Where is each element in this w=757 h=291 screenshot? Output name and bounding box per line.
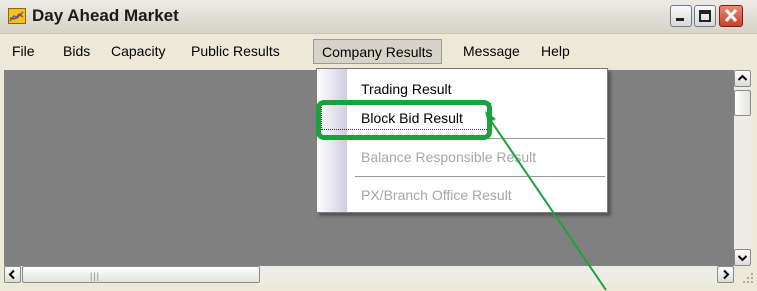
menu-gutter [317, 69, 347, 212]
menu-bids[interactable]: Bids [63, 43, 90, 59]
menu-message[interactable]: Message [463, 43, 520, 59]
scroll-down-button[interactable] [734, 249, 751, 266]
vertical-scrollbar[interactable] [734, 70, 752, 266]
scroll-right-button[interactable] [717, 266, 734, 283]
arrow-right-icon [723, 269, 730, 280]
minimize-button[interactable] [670, 5, 692, 27]
window-title: Day Ahead Market [32, 6, 179, 25]
company-results-dropdown: Trading Result Block Bid Result Balance … [316, 68, 608, 213]
horizontal-scroll-thumb[interactable]: ||| [22, 266, 260, 283]
vertical-scroll-thumb[interactable] [734, 90, 751, 116]
scroll-left-button[interactable] [4, 266, 21, 283]
chart-icon [8, 8, 26, 24]
menu-bar: File Bids Capacity Public Results Compan… [0, 36, 757, 67]
arrow-down-icon [737, 255, 748, 262]
menu-item-trading-result[interactable]: Trading Result [361, 81, 452, 97]
size-grip-icon[interactable] [740, 270, 754, 284]
menu-company-results[interactable]: Company Results [313, 39, 442, 64]
menu-item-balance-responsible-result: Balance Responsible Result [361, 149, 537, 165]
menu-help[interactable]: Help [541, 43, 570, 59]
menu-item-px-branch-office-result: PX/Branch Office Result [361, 187, 512, 203]
app-window: Day Ahead Market File Bids Capacity Publ… [0, 0, 757, 291]
close-button[interactable] [719, 5, 743, 27]
title-bar[interactable]: Day Ahead Market [0, 0, 757, 34]
menu-capacity[interactable]: Capacity [111, 43, 165, 59]
scroll-up-button[interactable] [734, 70, 751, 87]
menu-separator [355, 176, 605, 177]
close-icon [724, 8, 738, 23]
menu-file[interactable]: File [12, 43, 35, 59]
menu-public-results[interactable]: Public Results [191, 43, 280, 59]
maximize-button[interactable] [694, 5, 716, 27]
horizontal-scrollbar[interactable]: ||| [4, 266, 734, 284]
arrow-left-icon [8, 269, 15, 280]
maximize-icon [699, 10, 711, 22]
highlight-box [316, 100, 492, 140]
thumb-grip-icon: ||| [90, 271, 101, 281]
arrow-up-icon [737, 74, 748, 81]
minimize-icon [676, 18, 684, 21]
